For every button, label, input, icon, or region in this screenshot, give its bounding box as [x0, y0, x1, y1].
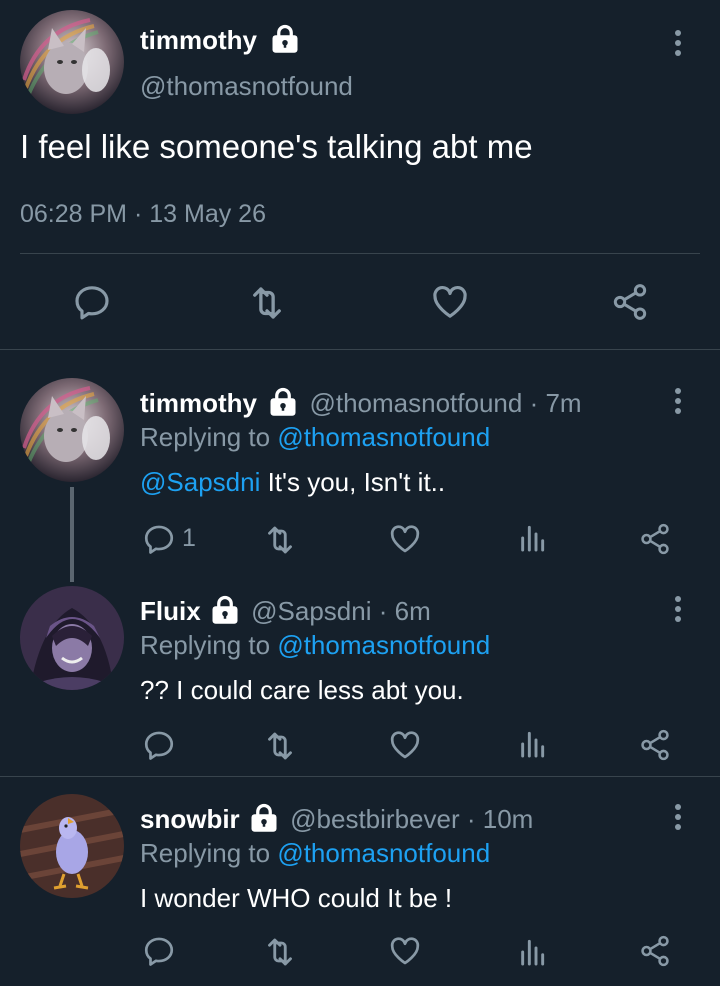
share-icon[interactable] [638, 934, 672, 968]
replying-to: Replying to @thomasnotfound [140, 630, 490, 661]
tweet-date: 13 May 26 [149, 200, 266, 228]
replying-prefix: Replying to [140, 422, 271, 452]
more-icon[interactable] [672, 388, 684, 414]
like-icon[interactable] [430, 282, 470, 322]
tweet-timestamp[interactable]: 06:28 PM · 13 May 26 [20, 200, 266, 229]
analytics-icon[interactable] [516, 936, 548, 968]
reply-time: · 7m [529, 388, 582, 418]
lock-icon [249, 803, 279, 833]
lock-icon [268, 387, 298, 417]
more-icon[interactable] [672, 596, 684, 622]
reply-icon[interactable] [142, 728, 176, 762]
lock-icon [270, 24, 300, 54]
avatar-timmothy[interactable] [20, 378, 124, 482]
analytics-icon[interactable] [516, 728, 548, 760]
divider [0, 776, 720, 777]
reply-time: · 6m [378, 596, 431, 626]
reply-header: Fluix @Sapsdni · 6m [140, 596, 431, 627]
replying-prefix: Replying to [140, 630, 271, 660]
retweet-icon[interactable] [262, 522, 298, 558]
like-icon[interactable] [388, 522, 422, 556]
share-icon[interactable] [638, 728, 672, 762]
like-icon[interactable] [388, 728, 422, 762]
lock-icon [210, 595, 240, 625]
more-icon[interactable] [672, 804, 684, 830]
author-handle[interactable]: @Sapsdni [251, 596, 371, 626]
author-name[interactable]: Fluix [140, 596, 201, 626]
share-icon[interactable] [610, 282, 650, 322]
reply-header: snowbir @bestbirbever · 10m [140, 804, 533, 835]
bird-avatar-icon [20, 794, 124, 898]
replying-prefix: Replying to [140, 838, 271, 868]
avatar-fluix[interactable] [20, 586, 124, 690]
share-icon[interactable] [638, 522, 672, 556]
character-avatar-icon [20, 586, 124, 690]
retweet-icon[interactable] [262, 934, 298, 970]
reply-text: I wonder WHO could It be ! [140, 883, 453, 913]
like-icon[interactable] [388, 934, 422, 968]
retweet-icon[interactable] [262, 728, 298, 764]
tweet-text: I feel like someone's talking abt me [20, 128, 533, 165]
author-name[interactable]: timmothy [140, 388, 257, 418]
more-icon[interactable] [672, 30, 684, 56]
reply-icon[interactable] [72, 282, 112, 322]
tweet-time: 06:28 PM [20, 200, 128, 228]
reply-header: timmothy @thomasnotfound · 7m [140, 388, 582, 419]
author-handle[interactable]: @bestbirbever [290, 804, 459, 834]
reply-text: @Sapsdni It's you, Isn't it.. [140, 467, 445, 498]
replying-to: Replying to @thomasnotfound [140, 838, 490, 869]
replying-to-link[interactable]: @thomasnotfound [277, 422, 490, 452]
avatar-snowbir[interactable] [20, 794, 124, 898]
divider [20, 253, 700, 254]
analytics-icon[interactable] [516, 522, 548, 554]
replying-to: Replying to @thomasnotfound [140, 422, 490, 453]
timestamp-separator: · [133, 200, 143, 228]
reply-count: 1 [182, 524, 196, 552]
retweet-icon[interactable] [246, 282, 288, 324]
reply-text-body: It's you, Isn't it.. [260, 467, 446, 497]
cat-avatar-icon [20, 10, 124, 114]
mention-link[interactable]: @Sapsdni [140, 467, 260, 497]
reply-text: ?? I could care less abt you. [140, 675, 464, 705]
author-name[interactable]: snowbir [140, 804, 240, 834]
reply-time: · 10m [466, 804, 534, 834]
author-name[interactable]: timmothy [140, 25, 300, 56]
replying-to-link[interactable]: @thomasnotfound [277, 838, 490, 868]
reply-icon[interactable] [142, 934, 176, 968]
replying-to-link[interactable]: @thomasnotfound [277, 630, 490, 660]
author-handle[interactable]: @thomasnotfound [309, 388, 522, 418]
cat-avatar-icon [20, 378, 124, 482]
reply-icon[interactable] [142, 522, 176, 556]
divider [0, 349, 720, 350]
avatar-timmothy[interactable] [20, 10, 124, 114]
thread-line [70, 487, 74, 582]
author-handle[interactable]: @thomasnotfound [140, 71, 353, 102]
